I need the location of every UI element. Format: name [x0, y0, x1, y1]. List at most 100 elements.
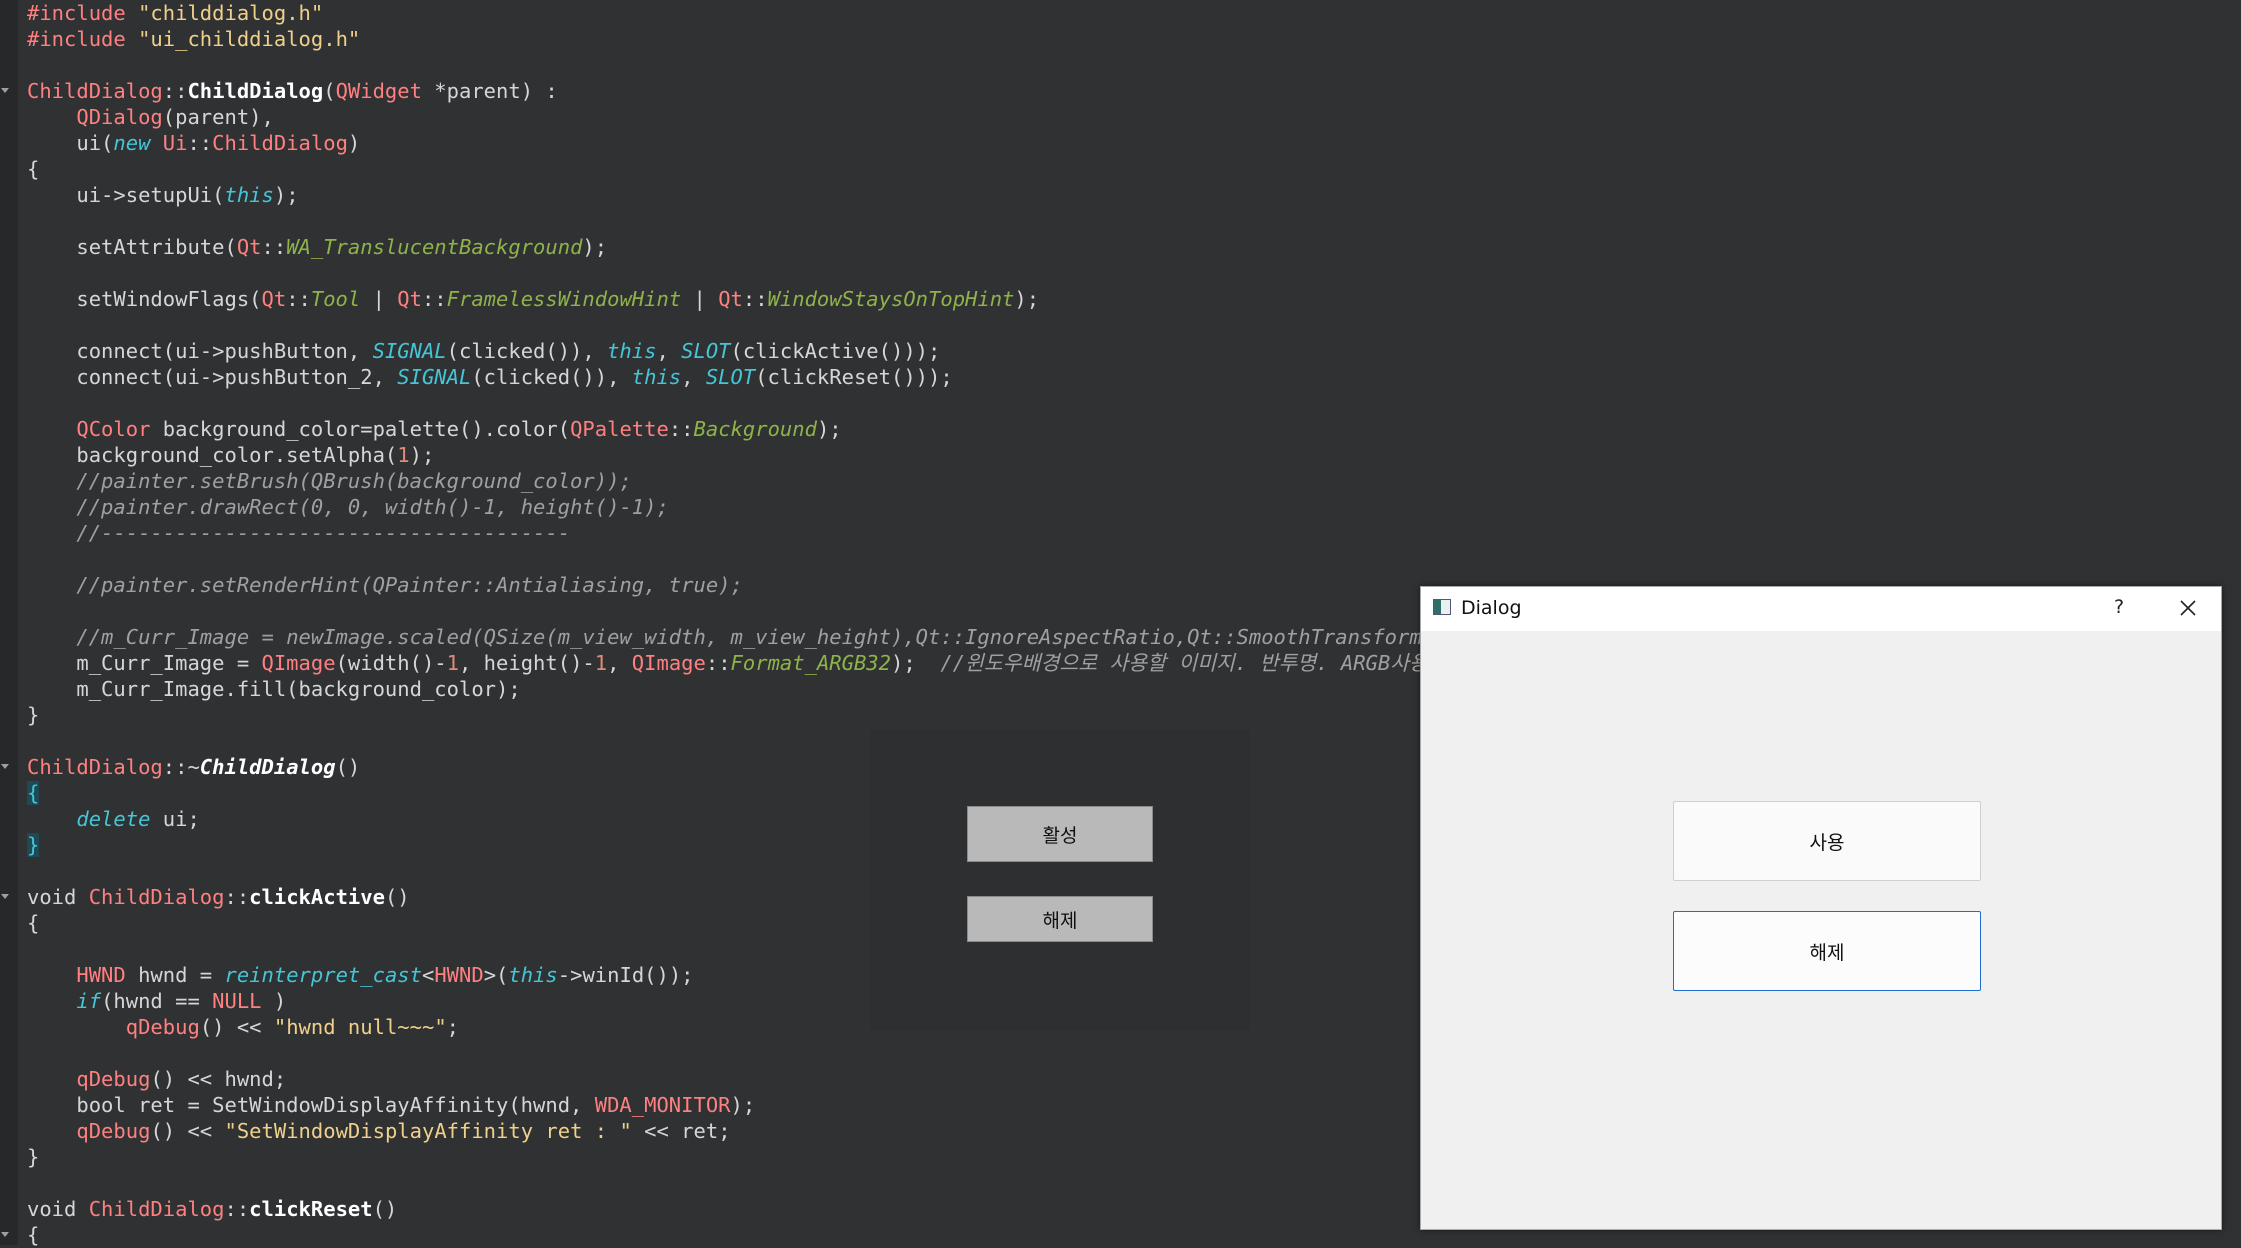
code-token: this [508, 963, 558, 987]
code-line: //m_Curr_Image = newImage.scaled(QSize(m… [27, 624, 1508, 650]
code-token: m_Curr_Image = [27, 651, 262, 675]
code-line: ui(new Ui::ChildDialog) [27, 130, 1508, 156]
code-token: { [27, 911, 40, 935]
code-token: ); [730, 1093, 756, 1117]
code-token: , [607, 651, 632, 675]
code-token: { [27, 1223, 40, 1247]
code-line: setAttribute(Qt::WA_TranslucentBackgroun… [27, 234, 1508, 260]
code-token: :: [668, 417, 694, 441]
code-token: () [335, 755, 361, 779]
code-token: SIGNAL [372, 339, 447, 363]
code-token: ) [347, 131, 361, 155]
code-token: this [631, 365, 682, 389]
code-line: } [27, 1144, 1508, 1170]
code-token: } [27, 703, 40, 727]
code-token: bool ret = SetWindowDisplayAffinity(hwnd… [27, 1093, 595, 1117]
code-token: //m_Curr_Image = newImage.scaled(QSize(m… [76, 625, 1509, 649]
code-token: "ui_childdialog.h" [138, 27, 361, 51]
code-token: background_color.setAlpha( [27, 443, 398, 467]
code-line: //painter.drawRect(0, 0, width()-1, heig… [27, 494, 1508, 520]
code-token: *parent) : [421, 79, 558, 103]
code-token: (hwnd == [101, 989, 213, 1013]
active-button[interactable]: 활성 [967, 806, 1153, 862]
code-token: ui->setupUi( [27, 183, 225, 207]
app-icon [1433, 599, 1451, 615]
dialog-reset-button[interactable]: 해제 [1673, 911, 1981, 991]
code-token: :: [224, 1197, 250, 1221]
code-token: :: [261, 235, 287, 259]
code-token: ChildDialog [27, 79, 163, 103]
close-icon [2180, 600, 2196, 616]
code-token: ); [273, 183, 299, 207]
code-token: ChildDialog [187, 79, 324, 103]
fold-toggle-icon[interactable] [1, 1232, 9, 1237]
code-token: Tool [310, 287, 361, 311]
code-line: } [27, 702, 1508, 728]
fold-toggle-icon[interactable] [1, 894, 9, 899]
code-token: ->winId()); [557, 963, 694, 987]
code-line: qDebug() << "SetWindowDisplayAffinity re… [27, 1118, 1508, 1144]
code-line: qDebug() << hwnd; [27, 1066, 1508, 1092]
code-token: clickActive [249, 885, 385, 909]
dialog-titlebar[interactable]: Dialog ? [1421, 587, 2221, 631]
code-token: :: [286, 287, 311, 311]
code-token: Qt [397, 287, 422, 311]
code-token: { [27, 157, 40, 181]
code-line: connect(ui->pushButton, SIGNAL(clicked()… [27, 338, 1508, 364]
code-token: new [113, 131, 151, 155]
code-token: 1 [446, 651, 459, 675]
code-token: ); [409, 443, 435, 467]
fold-toggle-icon[interactable] [1, 764, 9, 769]
code-token: () [372, 1197, 398, 1221]
use-button[interactable]: 사용 [1673, 801, 1981, 881]
reset-button[interactable]: 해제 [967, 896, 1153, 942]
fold-toggle-icon[interactable] [1, 88, 9, 93]
code-line: HWND hwnd = reinterpret_cast<HWND>(this-… [27, 962, 1508, 988]
code-token: ChildDialog [212, 131, 348, 155]
code-token: qDebug [76, 1119, 151, 1143]
code-line: connect(ui->pushButton_2, SIGNAL(clicked… [27, 364, 1508, 390]
code-token: (clickReset())); [755, 365, 953, 389]
code-text[interactable]: #include "childdialog.h" #include "ui_chi… [27, 0, 1508, 1248]
help-button[interactable]: ? [2105, 593, 2133, 621]
code-token: if [76, 989, 102, 1013]
code-token: ChildDialog [88, 885, 225, 909]
code-token: this [224, 183, 274, 207]
code-token: QPalette [570, 417, 669, 441]
code-token: Qt [261, 287, 287, 311]
code-token: qDebug [125, 1015, 200, 1039]
code-token: HWND [434, 963, 484, 987]
code-token: delete [76, 807, 151, 831]
code-token: () << [150, 1119, 225, 1143]
close-button[interactable] [2173, 593, 2203, 623]
code-token: QColor [76, 417, 151, 441]
code-token: () << hwnd; [150, 1067, 287, 1091]
code-token: ); [1014, 287, 1040, 311]
code-token: //-------------------------------------- [76, 521, 571, 545]
code-line: bool ret = SetWindowDisplayAffinity(hwnd… [27, 1092, 1508, 1118]
code-line: //-------------------------------------- [27, 520, 1508, 546]
code-token: Qt [236, 235, 262, 259]
code-token: { [27, 781, 40, 805]
code-line: //painter.setBrush(QBrush(background_col… [27, 468, 1508, 494]
code-token: (width()- [335, 651, 447, 675]
code-token: background_color=palette().color( [150, 417, 571, 441]
code-line: { [27, 156, 1508, 182]
code-token: //painter.setBrush(QBrush(background_col… [76, 469, 632, 493]
code-token: :: [224, 885, 250, 909]
